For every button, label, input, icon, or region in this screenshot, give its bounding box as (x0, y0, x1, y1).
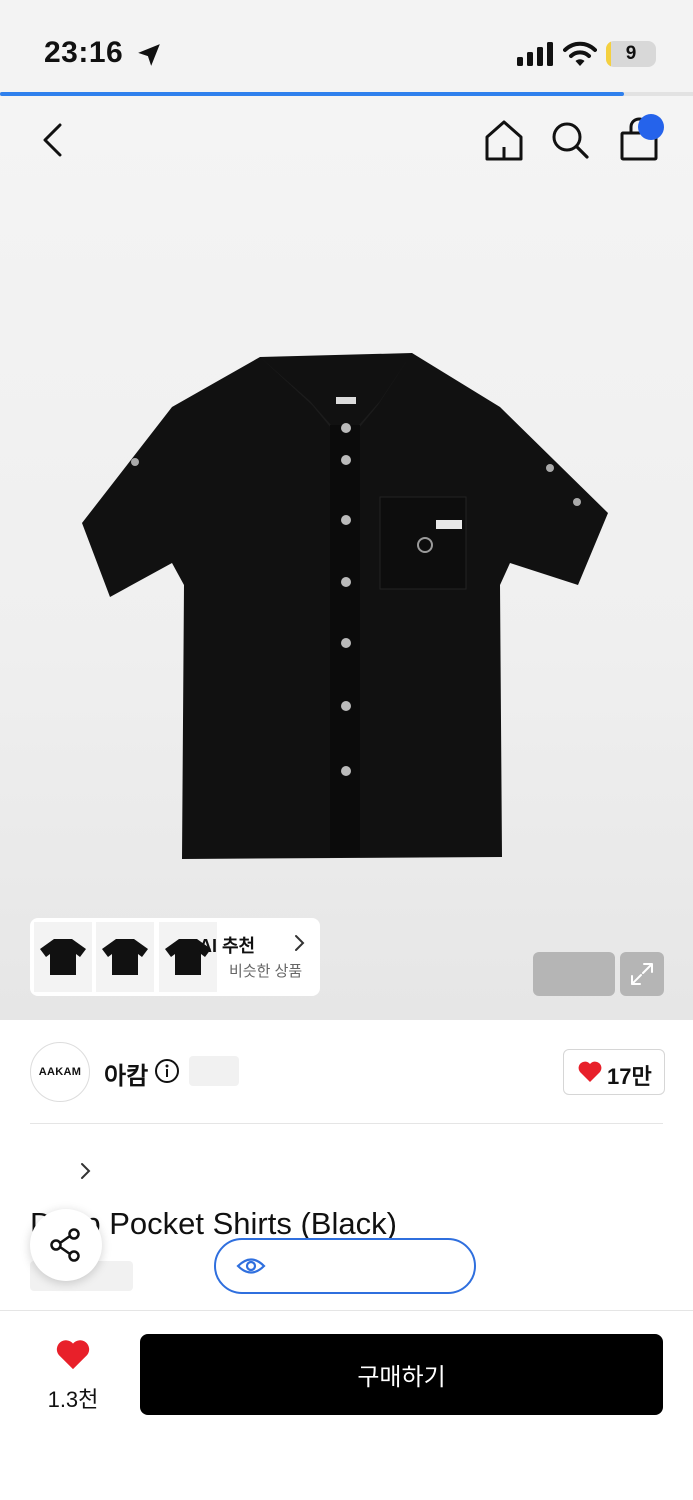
share-button[interactable] (30, 1209, 102, 1281)
ai-recommend-card[interactable] (30, 918, 320, 996)
buy-button-label: 구매하기 (357, 1364, 446, 1391)
brand-name[interactable]: 아캄 (104, 1056, 148, 1091)
buy-button[interactable]: 구매하기 (140, 1334, 663, 1415)
back-arrow-icon (43, 123, 62, 157)
status-bar: 23:16 9 (0, 0, 693, 92)
back-button[interactable] (30, 118, 74, 162)
search-icon (552, 122, 589, 159)
brand-placeholder (189, 1056, 239, 1086)
search-button[interactable] (546, 116, 594, 164)
product-like-button[interactable]: 1.3천 (30, 1338, 116, 1418)
shirt-thumbnail (102, 939, 148, 975)
ai-recommend-subtitle: 비슷한 상품 (229, 963, 303, 980)
brand-logo[interactable]: AAKAM (30, 1042, 90, 1102)
battery-level: 9 (625, 43, 637, 64)
shirt-thumbnail (40, 939, 86, 975)
heart-icon (578, 1061, 602, 1082)
share-icon (50, 1228, 80, 1262)
info-icon[interactable] (154, 1058, 180, 1084)
chevron-right-icon (295, 935, 305, 951)
category-chevron-icon[interactable] (79, 1161, 93, 1181)
cart-badge (638, 114, 664, 140)
status-time: 23:16 (44, 36, 124, 69)
divider (30, 1123, 663, 1124)
recommend-thumb[interactable] (96, 922, 154, 992)
location-arrow-icon (138, 44, 160, 66)
product-image[interactable] (80, 345, 610, 865)
recommend-thumb[interactable] (34, 922, 92, 992)
signal-icon (517, 42, 553, 66)
brand-like-count: 17만 (607, 1064, 652, 1089)
live-viewers-pill[interactable] (214, 1238, 476, 1294)
expand-image-button[interactable] (620, 952, 664, 996)
home-icon (485, 120, 523, 161)
brand-logo-text: AAKAM (38, 1066, 82, 1078)
heart-icon (56, 1340, 90, 1370)
product-like-count: 1.3천 (47, 1387, 99, 1412)
home-button[interactable] (480, 116, 528, 164)
eye-icon (236, 1258, 266, 1274)
divider (0, 1310, 693, 1311)
cart-button[interactable] (614, 114, 664, 164)
battery-icon: 9 (606, 41, 656, 67)
wifi-icon (563, 41, 597, 66)
expand-icon (631, 963, 653, 985)
ai-recommend-title[interactable]: AI 추천 (199, 932, 255, 958)
image-counter (533, 952, 615, 996)
brand-like-button[interactable]: 17만 (563, 1049, 665, 1095)
